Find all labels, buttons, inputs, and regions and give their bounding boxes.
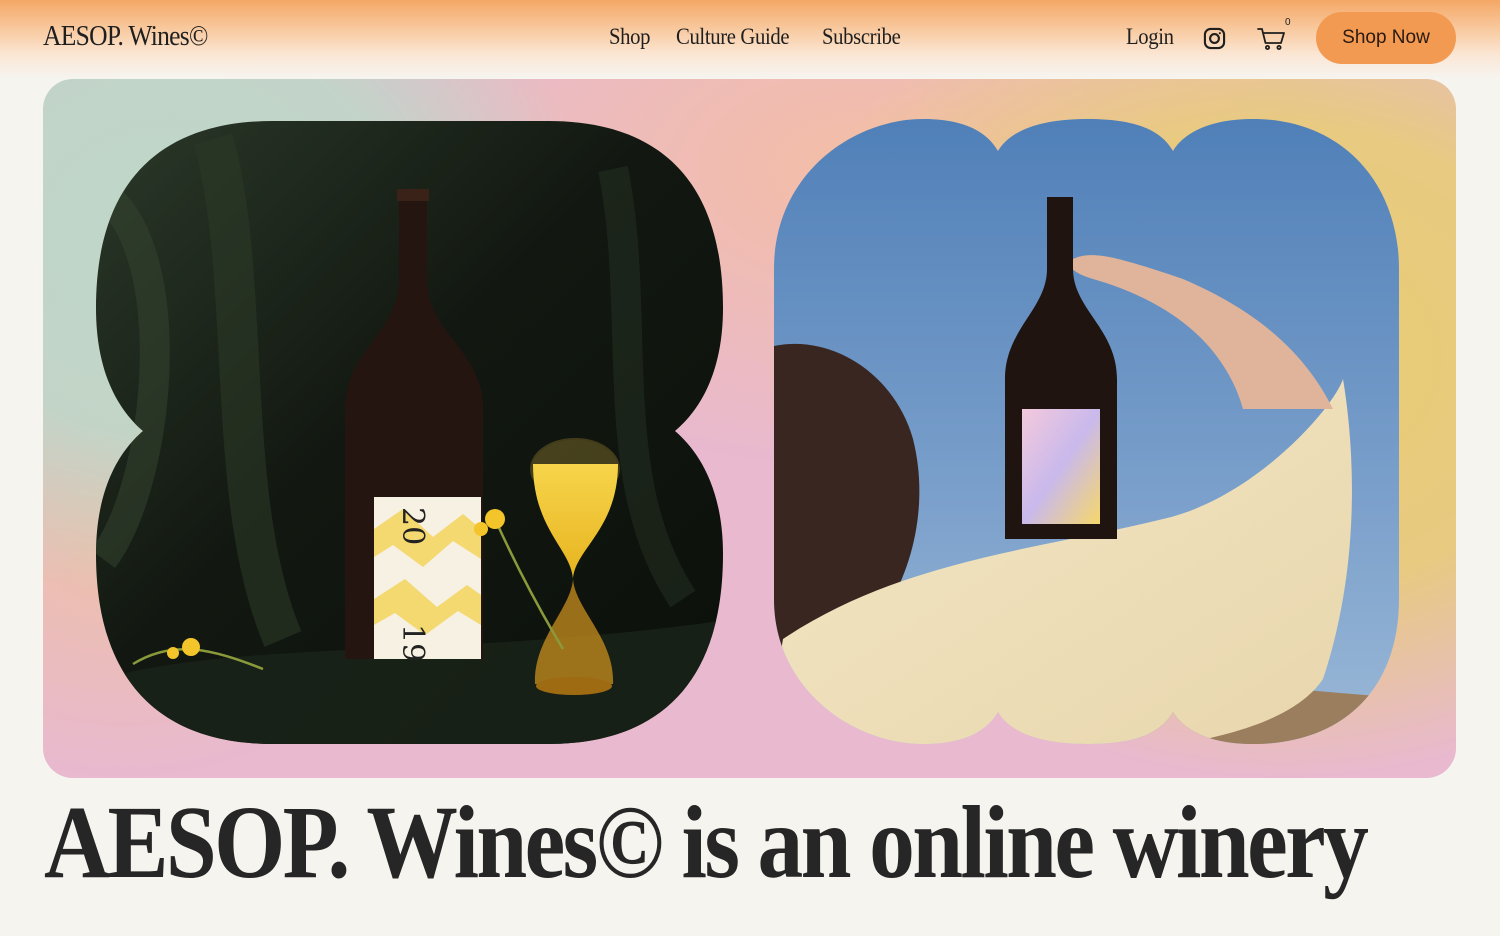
hero-artwork: 20 19 [96,119,1399,744]
login-link[interactable]: Login [1126,24,1174,50]
hero-headline: AESOP. Wines© is an online winery [44,785,1369,900]
nav-item-subscribe[interactable]: Subscribe [822,24,901,50]
nav-item-shop[interactable]: Shop [609,24,650,50]
shop-now-button[interactable]: Shop Now [1316,12,1456,64]
site-logo[interactable]: AESOP. Wines© [43,20,208,53]
bottle-label-year-top: 20 [395,507,430,545]
site-header: AESOP. Wines© Shop Culture Guide Subscri… [0,0,1500,78]
woman-holding-bottle-photo [774,119,1399,744]
nav-item-culture-guide[interactable]: Culture Guide [676,24,790,50]
cart-count-badge: 0 [1285,17,1291,28]
bottle-label-year-bottom: 19 [395,624,430,662]
instagram-icon[interactable] [1203,27,1226,50]
hero-banner: 20 19 [43,79,1456,778]
main-nav: Shop Culture Guide Subscribe [609,24,910,50]
cart-icon[interactable] [1257,24,1289,52]
wine-bottle-hourglass-photo: 20 19 [96,121,723,744]
